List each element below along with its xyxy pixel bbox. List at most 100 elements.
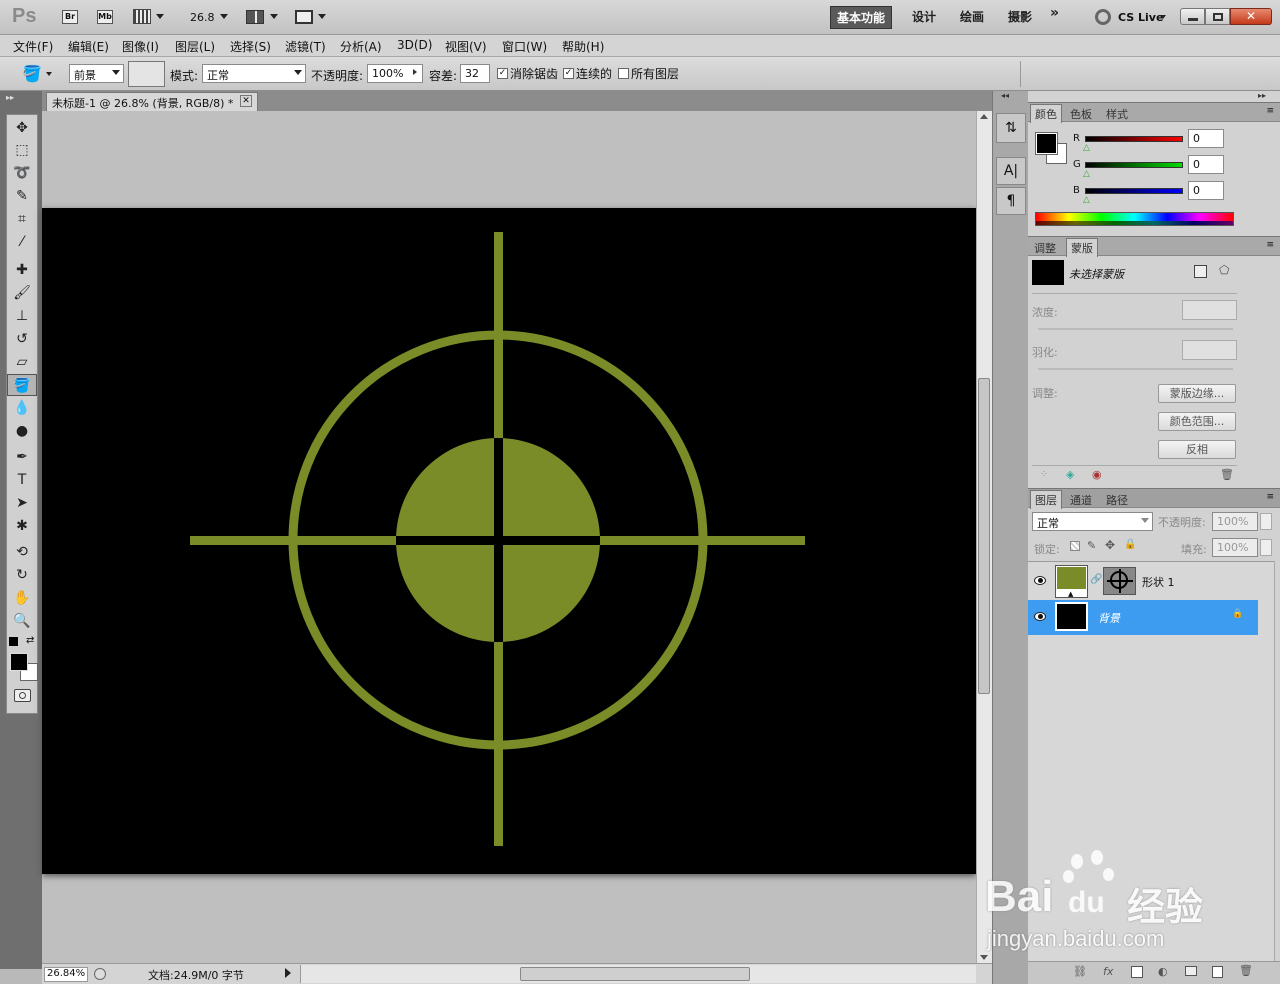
view-extras-icon[interactable] [133,9,151,24]
paragraph-panel-icon[interactable]: ¶ [996,187,1026,215]
collapse-icon[interactable]: ◂◂ [1001,91,1009,100]
menu-window[interactable]: 窗口(W) [502,38,547,55]
crop-tool-icon[interactable]: ⌗ [7,208,37,230]
eraser-tool-icon[interactable]: ▱ [7,351,37,373]
menu-image[interactable]: 图像(I) [122,38,159,55]
red-slider-handle-icon[interactable]: △ [1083,143,1090,153]
menu-help[interactable]: 帮助(H) [562,38,604,55]
chevron-down-icon[interactable] [270,14,278,19]
layer-row-background[interactable]: 背景 🔒 [1028,600,1258,635]
chevron-down-icon[interactable] [156,14,164,19]
scroll-down-icon[interactable] [980,955,988,960]
swap-colors-icon[interactable]: ⇄ [26,635,34,646]
arrange-documents-icon[interactable] [246,10,264,24]
menu-file[interactable]: 文件(F) [13,38,53,55]
vector-mask-icon[interactable]: ⬠ [1219,263,1229,277]
fill-source-select[interactable]: 前景 [69,64,124,83]
green-slider[interactable] [1085,162,1183,168]
feather-slider[interactable] [1038,368,1233,370]
history-panel-icon[interactable]: ⇅ [996,113,1026,143]
disable-mask-icon[interactable]: ◉ [1092,468,1102,481]
more-workspaces-button[interactable]: » [1050,5,1059,21]
minimize-button[interactable] [1180,8,1205,25]
density-input[interactable] [1182,300,1237,320]
3d-rotate-tool-icon[interactable]: ⟲ [7,541,37,563]
workspace-design[interactable]: 设计 [912,8,936,25]
type-tool-icon[interactable]: T [7,469,37,491]
chevron-down-icon[interactable] [46,72,52,76]
tab-swatches[interactable]: 色板 [1066,105,1096,123]
visibility-eye-icon[interactable] [1034,612,1046,621]
status-info-icon[interactable] [94,968,106,980]
minibridge-button[interactable]: Mb [97,10,113,24]
eyedropper-tool-icon[interactable]: ⁄ [7,231,37,253]
blue-slider-handle-icon[interactable]: △ [1083,195,1090,205]
document-tab[interactable]: 未标题-1 @ 26.8% (背景, RGB/8) * ✕ [46,92,258,111]
color-spectrum-bar[interactable] [1035,212,1234,226]
cs-live-button[interactable]: CS Live [1118,11,1163,24]
chevron-down-icon[interactable] [1160,15,1166,19]
lock-pixels-icon[interactable]: ✎ [1087,539,1096,552]
quick-mask-icon[interactable] [14,689,31,702]
new-group-icon[interactable] [1185,966,1197,976]
vertical-scroll-thumb[interactable] [978,378,990,694]
tab-masks[interactable]: 蒙版 [1066,238,1098,257]
document-canvas[interactable] [42,208,976,874]
workspace-painting[interactable]: 绘画 [960,8,984,25]
close-button[interactable]: ✕ [1230,8,1272,25]
tab-paths[interactable]: 路径 [1102,491,1132,509]
apply-mask-icon[interactable]: ◈ [1066,468,1074,481]
move-tool-icon[interactable]: ✥ [7,117,37,139]
lock-all-icon[interactable]: 🔒 [1124,539,1136,550]
screen-mode-icon[interactable] [295,10,313,24]
cs-live-icon[interactable] [1095,9,1111,25]
brush-tool-icon[interactable]: 🖌 [7,282,37,304]
quick-select-tool-icon[interactable]: ✎ [7,185,37,207]
zoom-level[interactable]: 26.8 [190,11,215,24]
lock-transparency-icon[interactable] [1070,541,1080,551]
tab-channels[interactable]: 通道 [1066,491,1096,509]
status-menu-icon[interactable] [285,968,291,978]
delete-layer-icon[interactable]: 🗑 [1239,964,1253,977]
layer-style-icon[interactable]: fx [1103,965,1113,978]
tolerance-input[interactable]: 32 [460,64,490,83]
zoom-tool-icon[interactable]: 🔍 [7,610,37,632]
default-colors-icon[interactable] [9,637,18,646]
stamp-tool-icon[interactable]: ⊥ [7,305,37,327]
menu-layer[interactable]: 图层(L) [175,38,215,55]
pen-tool-icon[interactable]: ✒ [7,446,37,468]
blur-tool-icon[interactable]: 💧 [7,397,37,419]
dodge-tool-icon[interactable]: ● [7,420,37,442]
tab-layers[interactable]: 图层 [1030,490,1062,509]
delete-mask-icon[interactable]: 🗑 [1220,468,1234,481]
character-panel-icon[interactable]: A| [996,157,1026,185]
status-zoom[interactable]: 26.84% [44,967,88,982]
density-slider[interactable] [1038,328,1233,330]
lasso-tool-icon[interactable]: ➰ [7,162,37,184]
contiguous-checkbox[interactable]: ✓ [563,68,574,79]
horizontal-scroll-thumb[interactable] [520,967,750,981]
fill-input[interactable]: 100% [1212,538,1258,557]
menu-view[interactable]: 视图(V) [445,38,487,55]
bridge-button[interactable]: Br [62,10,78,24]
blend-mode-select[interactable]: 正常 [1032,512,1153,531]
blue-value-input[interactable]: 0 [1188,181,1224,200]
shape-tool-icon[interactable]: ✱ [7,515,37,537]
red-slider[interactable] [1085,136,1183,142]
invert-button[interactable]: 反相 [1158,440,1236,459]
all-layers-checkbox[interactable] [618,68,629,79]
menu-edit[interactable]: 编辑(E) [68,38,109,55]
opacity-slider-button[interactable] [1260,513,1272,530]
new-layer-icon[interactable] [1212,966,1223,978]
color-range-button[interactable]: 颜色范围... [1158,412,1236,431]
close-tab-icon[interactable]: ✕ [240,95,252,107]
expand-icon[interactable]: ▸▸ [6,93,14,102]
tab-color[interactable]: 颜色 [1030,104,1062,123]
panel-menu-icon[interactable]: ≡ [1266,492,1274,502]
antialias-checkbox[interactable]: ✓ [497,68,508,79]
chevron-down-icon[interactable] [318,14,326,19]
foreground-color-swatch[interactable] [10,653,28,671]
green-slider-handle-icon[interactable]: △ [1083,169,1090,179]
3d-orbit-tool-icon[interactable]: ↻ [7,564,37,586]
expand-icon[interactable]: ▸▸ [1258,91,1266,100]
